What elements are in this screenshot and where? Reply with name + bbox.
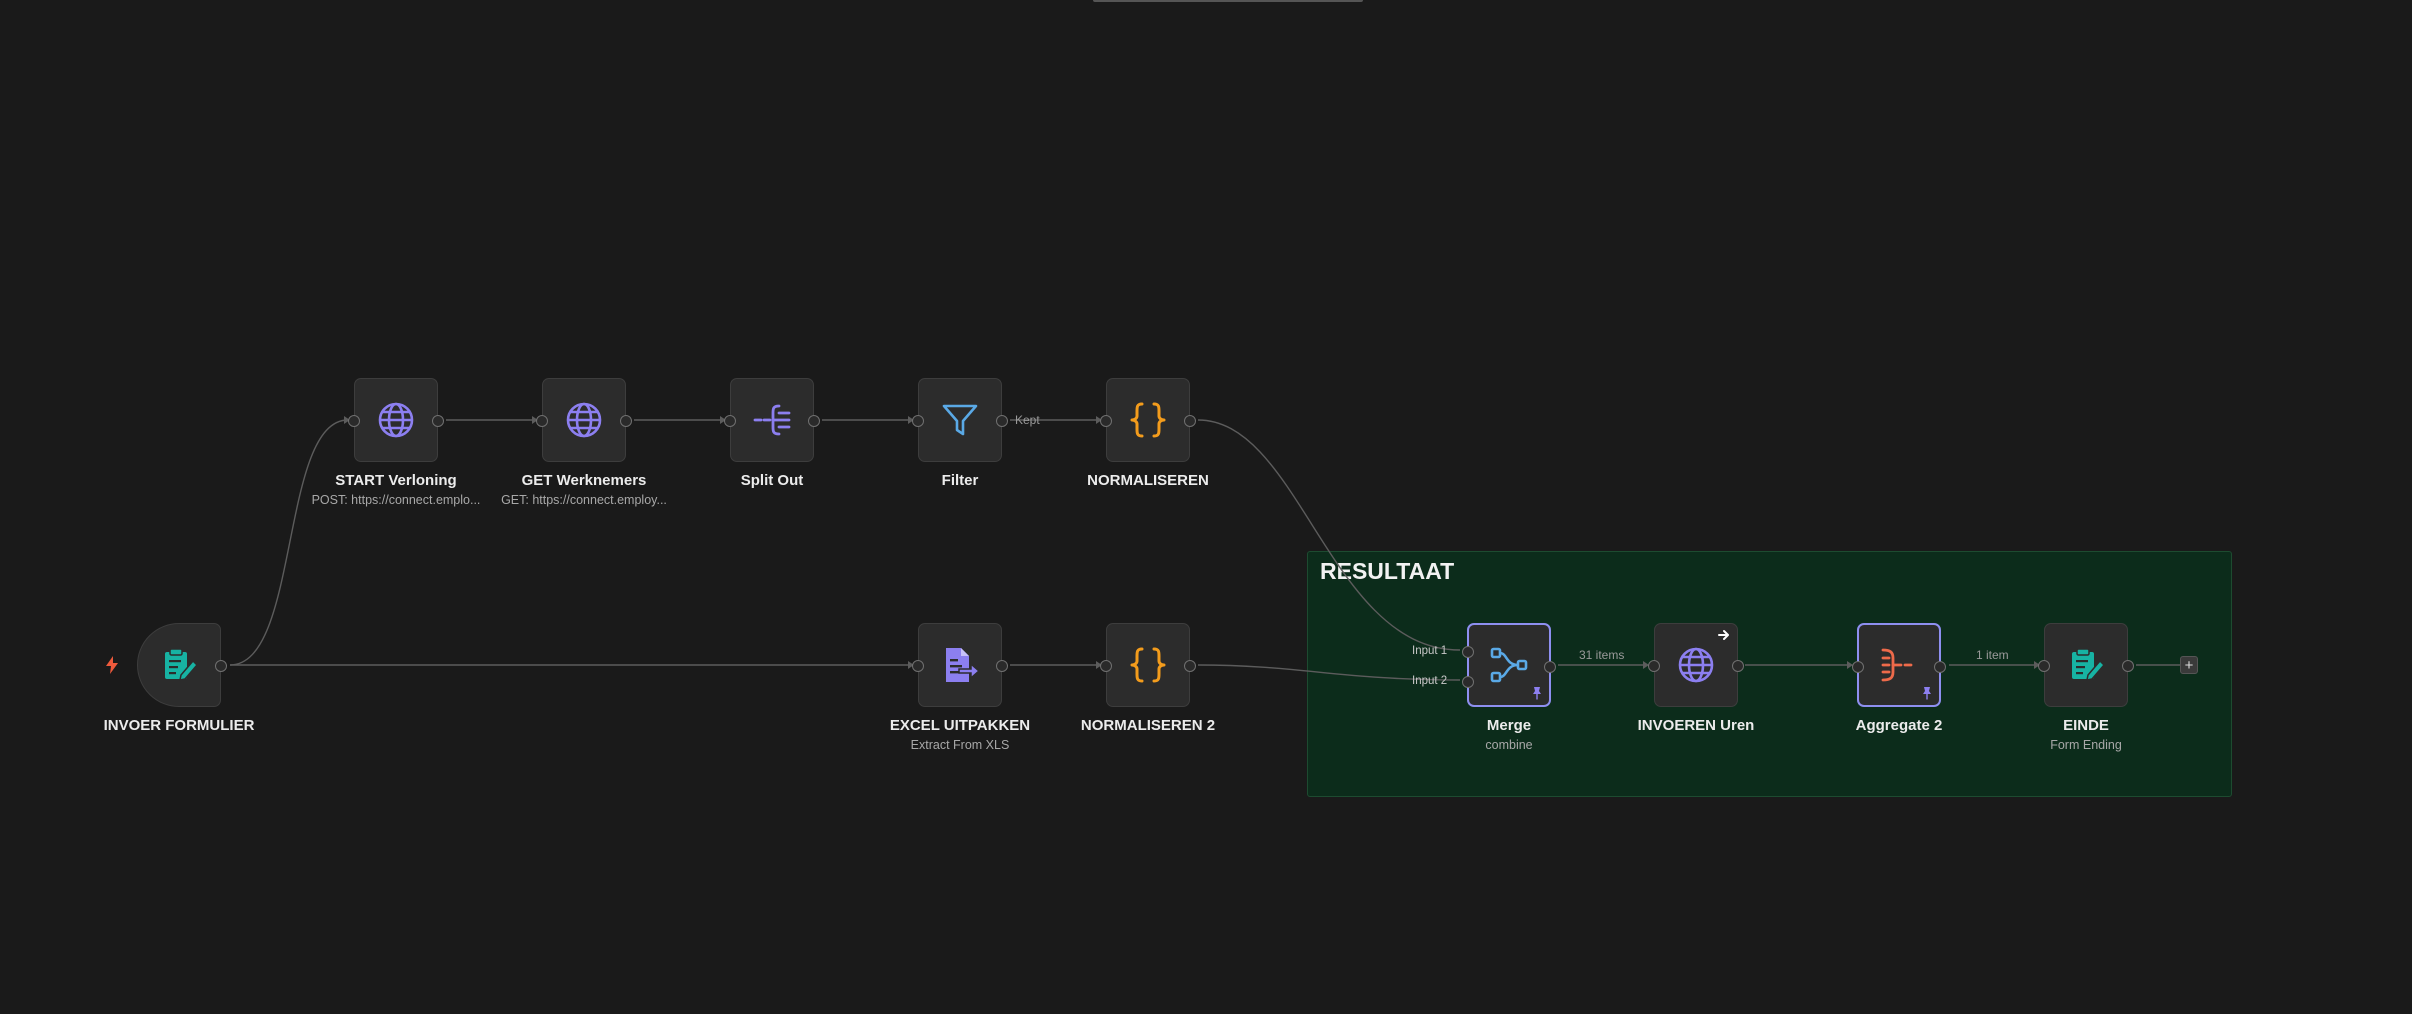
input-handle[interactable]	[1852, 661, 1864, 673]
funnel-icon	[942, 404, 978, 436]
input-handle[interactable]	[536, 415, 548, 427]
top-panel-tab[interactable]	[1093, 0, 1363, 2]
edge-label-items: 1 item	[1976, 648, 2009, 662]
node-label: NORMALISEREN	[1087, 472, 1209, 489]
form-icon	[165, 648, 199, 681]
workflow-canvas[interactable]: RESULTAAT INVOER FORMULIER START Verloni…	[0, 0, 2412, 1014]
globe-icon	[378, 402, 414, 438]
input-handle[interactable]	[724, 415, 736, 427]
node-invoeren-uren[interactable]	[1648, 623, 1744, 707]
output-handle[interactable]	[432, 415, 444, 427]
input-handle[interactable]	[1648, 660, 1660, 672]
node-label: EXCEL UITPAKKEN	[889, 717, 1031, 734]
input-handle[interactable]	[1100, 660, 1112, 672]
form-icon	[2072, 648, 2106, 681]
node-normaliseren[interactable]	[1100, 378, 1196, 462]
globe-icon	[566, 402, 602, 438]
input-label-1: Input 1	[1412, 645, 1448, 657]
pin-icon	[1923, 687, 1931, 700]
node-filter[interactable]	[912, 378, 1008, 462]
input-handle[interactable]	[1100, 415, 1112, 427]
output-handle[interactable]	[1934, 661, 1946, 673]
split-out-icon	[753, 404, 791, 436]
output-handle[interactable]	[1732, 660, 1744, 672]
node-label: GET Werknemers	[521, 472, 647, 489]
node-split-out[interactable]	[724, 378, 820, 462]
arrow-right-icon[interactable]	[1717, 628, 1731, 642]
pin-icon	[1533, 687, 1541, 700]
node-aggregate-2[interactable]	[1852, 623, 1946, 707]
node-subtitle: POST: https://connect.emplo...	[311, 493, 481, 507]
aggregate-icon	[1881, 648, 1913, 682]
node-excel-uitpakken[interactable]	[912, 623, 1008, 707]
output-handle[interactable]	[808, 415, 820, 427]
output-handle[interactable]	[996, 660, 1008, 672]
output-handle[interactable]	[996, 415, 1008, 427]
connections	[229, 416, 2180, 681]
node-label: INVOEREN Uren	[1637, 717, 1755, 734]
node-get-werknemers[interactable]	[536, 378, 632, 462]
node-subtitle: combine	[1485, 738, 1533, 752]
node-merge[interactable]	[1462, 623, 1556, 707]
input-handle[interactable]	[2038, 660, 2050, 672]
input-label-2: Input 2	[1412, 675, 1448, 687]
output-handle[interactable]	[620, 415, 632, 427]
node-label: EINDE	[2063, 717, 2109, 734]
input-handle[interactable]	[912, 660, 924, 672]
node-invoer-formulier[interactable]	[137, 623, 227, 707]
file-export-icon	[946, 648, 980, 682]
node-einde[interactable]	[2038, 623, 2134, 707]
connection-form-to-start	[229, 419, 349, 666]
input-handle[interactable]	[348, 415, 360, 427]
node-start-verloning[interactable]	[348, 378, 444, 462]
edge-label-kept: Kept	[1015, 413, 1040, 427]
output-handle[interactable]	[2122, 660, 2134, 672]
node-subtitle: Form Ending	[2050, 738, 2122, 752]
node-label: Filter	[941, 472, 979, 489]
node-label: NORMALISEREN 2	[1080, 717, 1216, 734]
node-subtitle: Extract From XLS	[910, 738, 1010, 752]
add-node-button[interactable]: +	[2180, 656, 2198, 674]
output-handle[interactable]	[215, 660, 227, 672]
merge-icon	[1490, 647, 1528, 683]
node-label: INVOER FORMULIER	[103, 717, 255, 734]
node-normaliseren-2[interactable]	[1100, 623, 1196, 707]
input-handle-1[interactable]	[1462, 646, 1474, 658]
trigger-bolt-icon	[106, 656, 118, 674]
globe-icon	[1678, 647, 1714, 683]
output-handle[interactable]	[1184, 660, 1196, 672]
edge-label-items: 31 items	[1579, 648, 1625, 662]
node-label: START Verloning	[335, 472, 457, 489]
output-handle[interactable]	[1544, 661, 1556, 673]
code-braces-icon	[1130, 402, 1166, 438]
node-subtitle: GET: https://connect.employ...	[501, 493, 667, 507]
node-label: Split Out	[740, 472, 804, 489]
input-handle[interactable]	[912, 415, 924, 427]
input-handle-2[interactable]	[1462, 676, 1474, 688]
sticky-note-title: RESULTAAT	[1320, 558, 1455, 584]
output-handle[interactable]	[1184, 415, 1196, 427]
code-braces-icon	[1130, 647, 1166, 683]
